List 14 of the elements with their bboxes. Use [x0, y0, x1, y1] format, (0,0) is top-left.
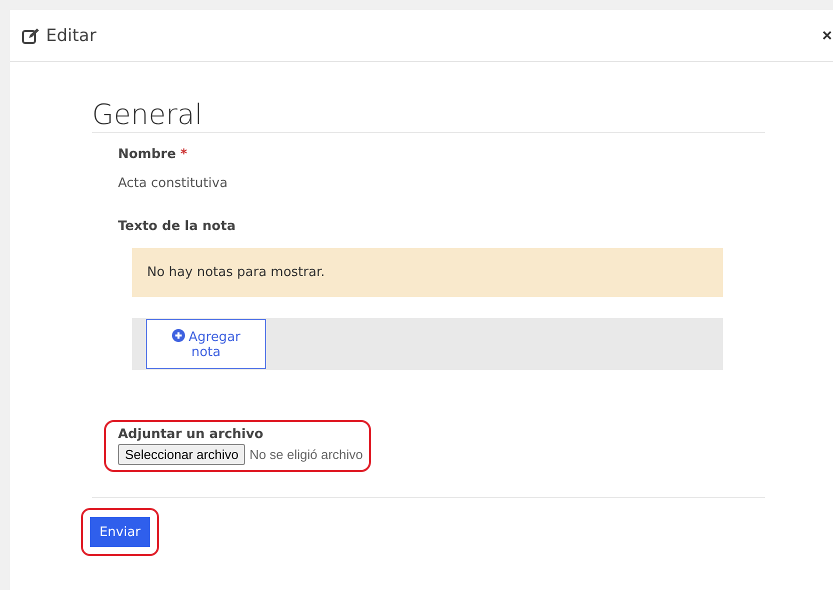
- submit-button[interactable]: Enviar: [90, 517, 150, 547]
- plus-circle-icon: [172, 328, 185, 342]
- field-label: Texto de la nota: [118, 219, 236, 234]
- file-status: No se eligió archivo: [249, 447, 363, 462]
- choose-file-button[interactable]: Seleccionar archivo: [118, 444, 246, 465]
- close-button[interactable]: ×: [822, 26, 832, 46]
- field-value: Acta constitutiva: [118, 176, 228, 191]
- field-label: Nombre *: [118, 147, 188, 162]
- field-label: Adjuntar un archivo: [118, 427, 264, 442]
- dialog-title: Editar: [46, 26, 98, 46]
- section-title: General: [92, 98, 204, 132]
- add-note-button[interactable]: Agregar nota: [146, 319, 266, 369]
- edit-icon: [22, 28, 40, 44]
- empty-notes-message: No hay notas para mostrar.: [132, 248, 723, 297]
